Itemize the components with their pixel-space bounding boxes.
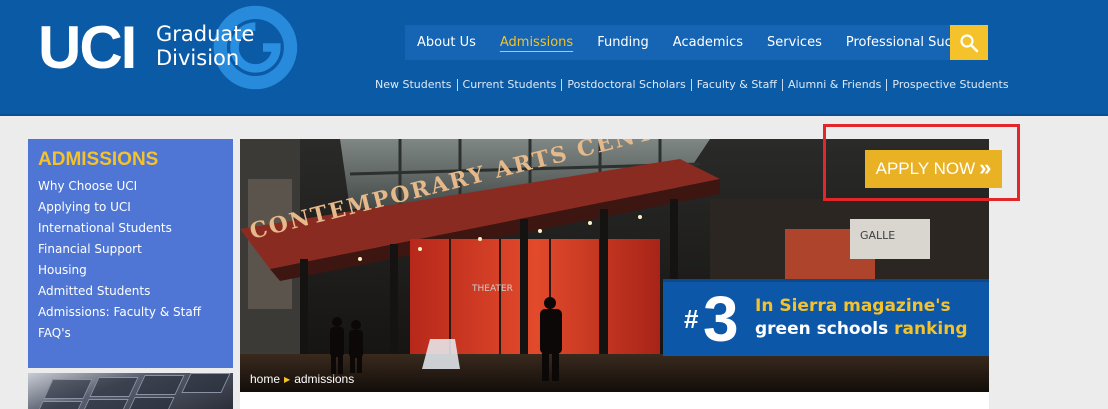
banner-line-2-main: green schools [755,319,889,339]
sidebar-item-financial-support[interactable]: Financial Support [38,239,223,260]
search-button[interactable] [950,25,988,60]
sign-theater: THEATER [471,284,513,294]
sidebar-title: ADMISSIONS [38,149,159,170]
banner-line-2: green schools ranking [755,319,968,339]
breadcrumb-arrow-icon: ▶ [284,374,291,384]
sidebar-item-housing[interactable]: Housing [38,260,223,281]
logo-abbr: UCI [38,14,137,81]
double-chevron-right-icon: » [979,154,992,180]
logo-line-2: Division [156,46,240,70]
audience-nav: New Students Current Students Postdoctor… [370,78,1014,91]
uci-logo[interactable]: UCI Graduate Division [38,5,308,95]
ranking-banner[interactable]: # 3 In Sierra magazine's green schools r… [663,279,989,356]
main-nav: About Us Admissions Funding Academics Se… [405,25,980,60]
subnav-new-students[interactable]: New Students [370,78,457,91]
subnav-faculty-staff[interactable]: Faculty & Staff [692,78,782,91]
sign-gallery: GALLE [860,229,895,242]
site-header: UCI Graduate Division About Us Admission… [0,0,1108,116]
banner-hash: # [684,304,699,334]
sidebar-item-why-choose-uci[interactable]: Why Choose UCI [38,176,223,197]
sidebar-item-applying[interactable]: Applying to UCI [38,197,223,218]
nav-services[interactable]: Services [755,25,834,60]
nav-about-us[interactable]: About Us [405,25,488,60]
admissions-sidebar: ADMISSIONS Why Choose UCI Applying to UC… [28,139,233,368]
subnav-alumni-friends[interactable]: Alumni & Friends [783,78,886,91]
sidebar-item-faqs[interactable]: FAQ's [38,323,223,344]
nav-funding[interactable]: Funding [585,25,661,60]
solar-panel-thumbnail[interactable] [28,373,233,409]
subnav-prospective-students[interactable]: Prospective Students [887,78,1013,91]
apply-now-label: APPLY NOW [875,159,976,178]
breadcrumb: home ▶ admissions [250,372,354,386]
sidebar-item-faculty-staff[interactable]: Admissions: Faculty & Staff [38,302,223,323]
apply-now-button[interactable]: APPLY NOW » [865,150,1002,188]
subnav-postdoctoral-scholars[interactable]: Postdoctoral Scholars [562,78,690,91]
sidebar-item-admitted[interactable]: Admitted Students [38,281,223,302]
breadcrumb-current: admissions [294,372,355,386]
banner-rank-number: 3 [703,283,739,355]
nav-admissions[interactable]: Admissions [488,25,585,60]
banner-line-2-highlight: ranking [894,319,968,339]
breadcrumb-home[interactable]: home [250,372,280,386]
logo-line-1: Graduate [156,22,255,46]
content-area [240,392,989,409]
banner-line-1: In Sierra magazine's [755,296,951,316]
sidebar-item-international[interactable]: International Students [38,218,223,239]
logo-text: Graduate Division [156,22,254,70]
nav-academics[interactable]: Academics [661,25,755,60]
search-icon [960,33,979,52]
subnav-current-students[interactable]: Current Students [458,78,562,91]
